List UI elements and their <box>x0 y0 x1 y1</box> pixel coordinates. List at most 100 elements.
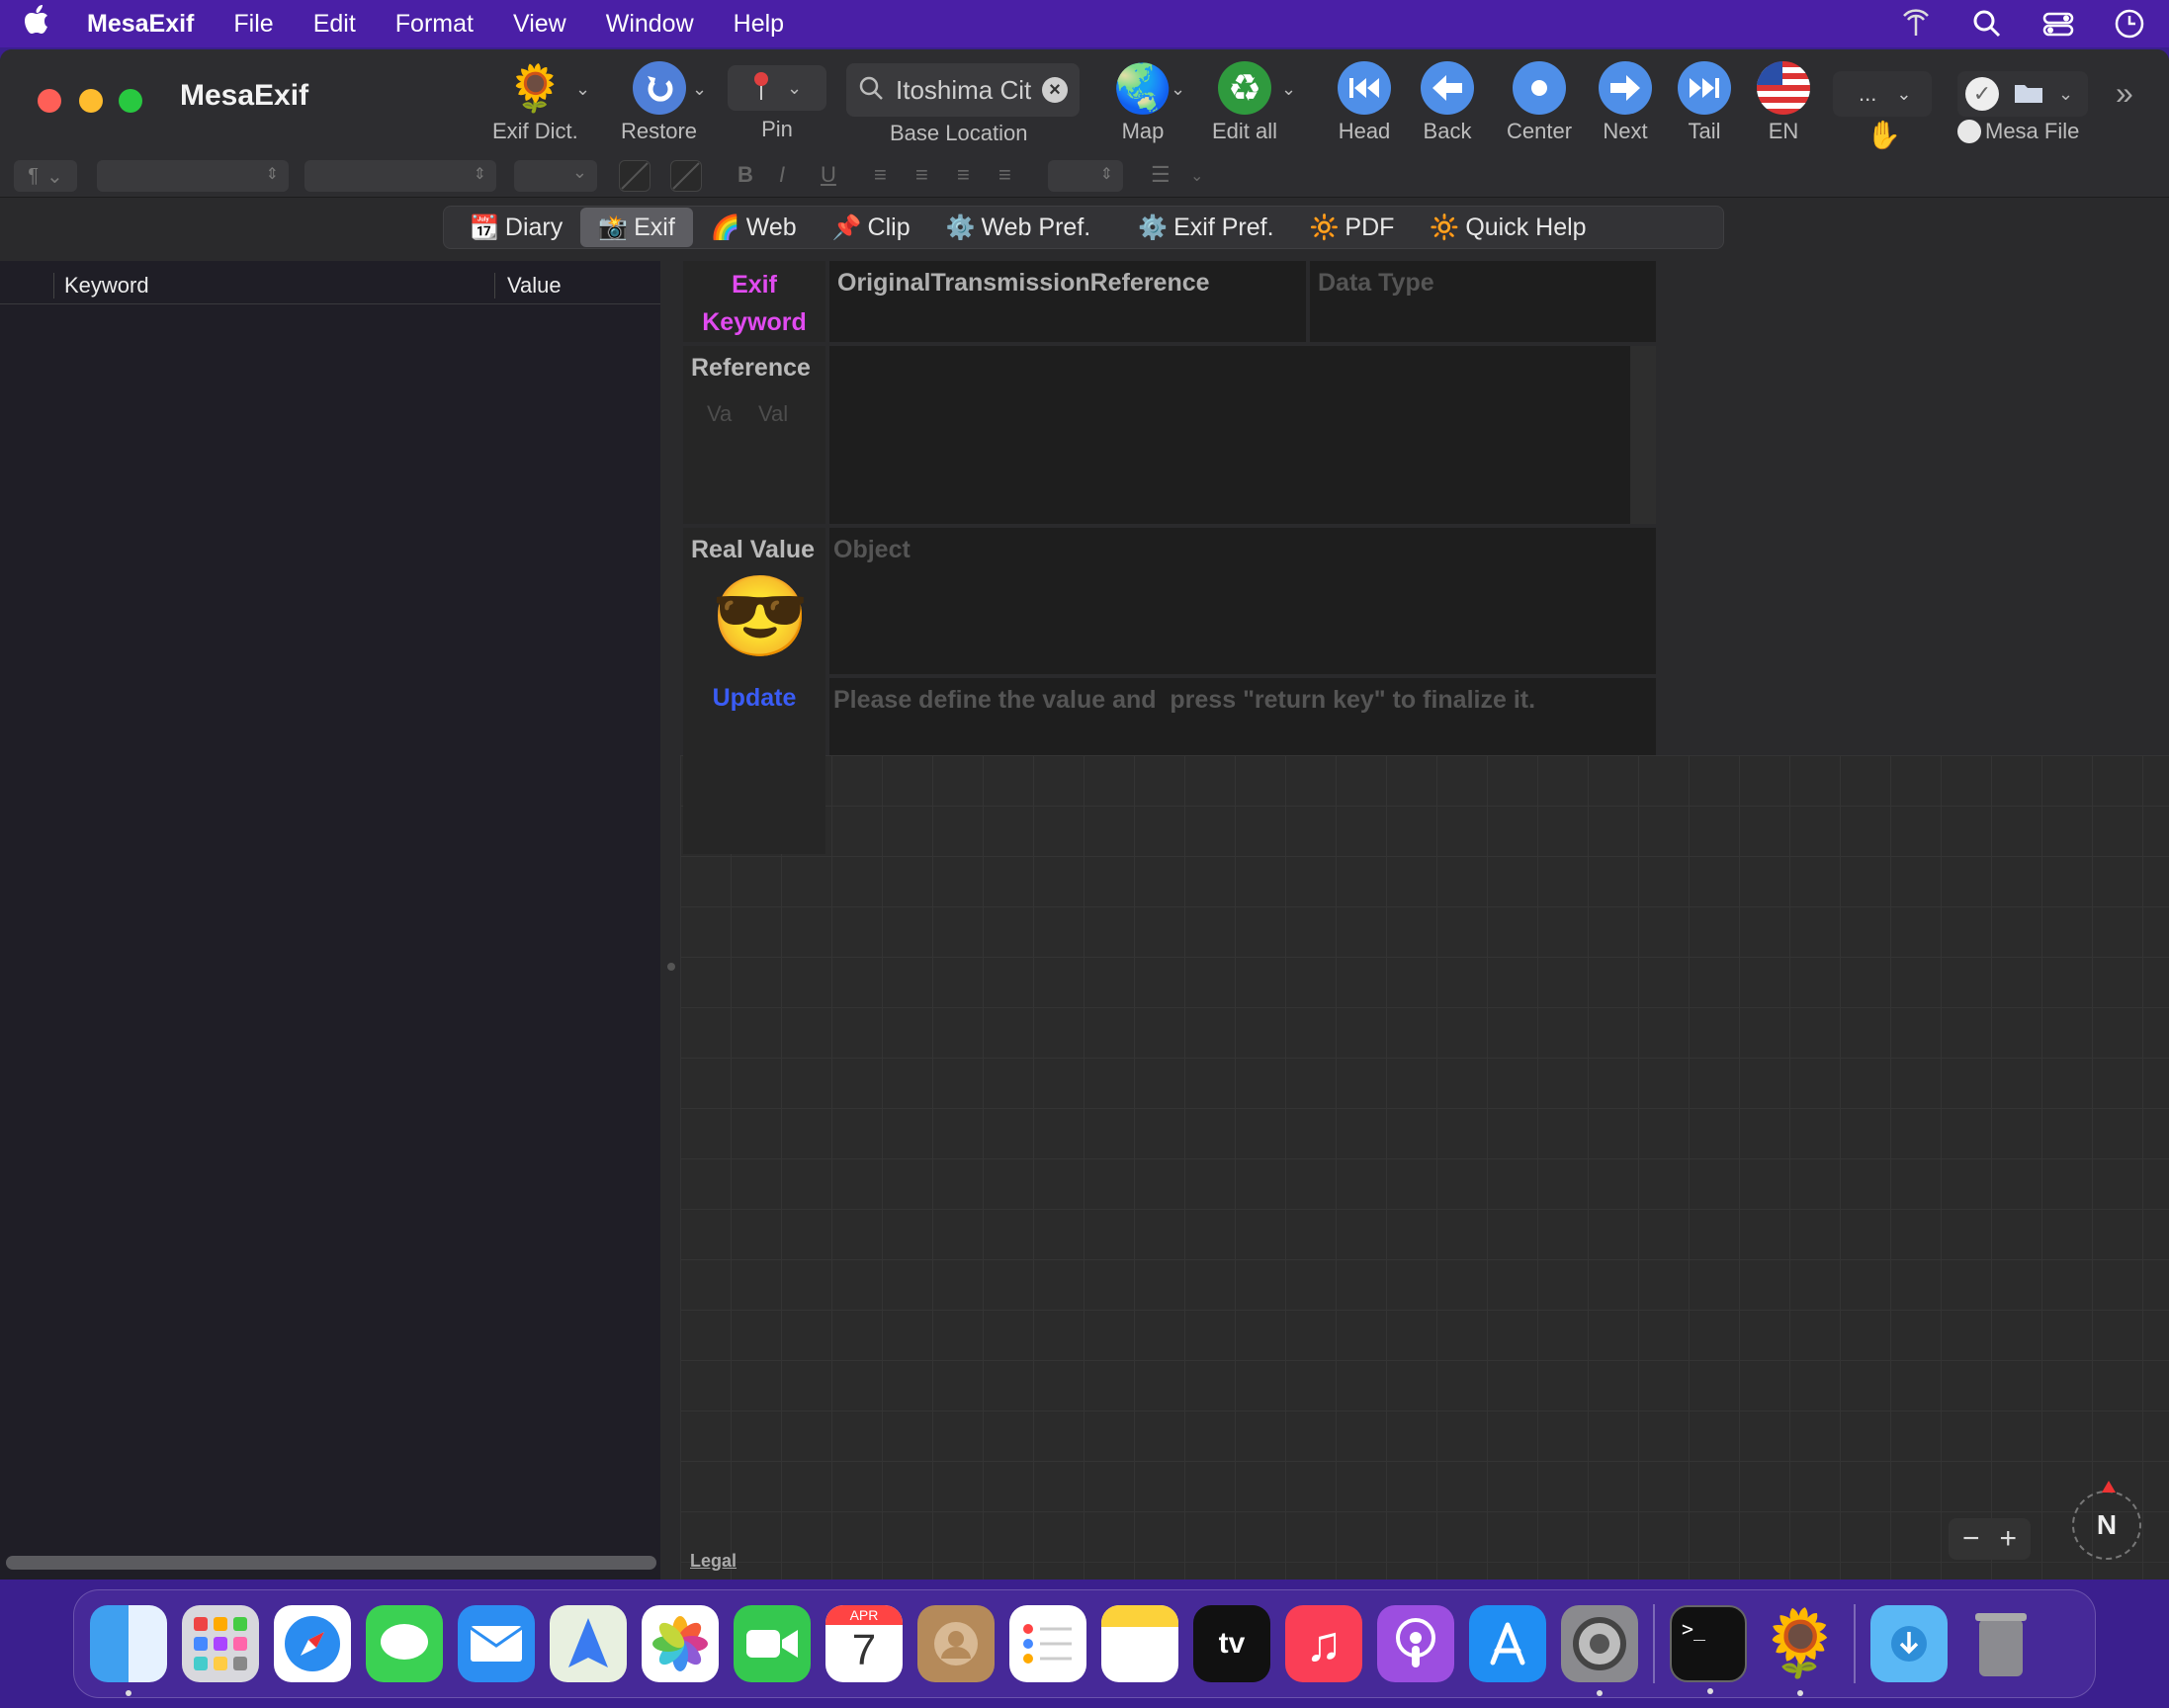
list-chevron-down-icon[interactable]: ⌄ <box>1190 166 1203 186</box>
menu-help[interactable]: Help <box>734 10 784 39</box>
status-antenna-icon[interactable] <box>1900 8 1932 40</box>
screen-time-icon[interactable] <box>2114 8 2145 40</box>
back-button[interactable]: Back <box>1418 59 1477 144</box>
keyword-field[interactable]: OriginalTransmissionReference <box>829 261 1306 342</box>
mail-icon[interactable] <box>458 1605 535 1682</box>
pin-button[interactable]: ⌄ Pin <box>728 59 826 142</box>
zoom-window-button[interactable] <box>119 89 142 113</box>
update-button[interactable]: Update <box>683 684 825 713</box>
reference-table[interactable] <box>829 346 1656 524</box>
value-input-field[interactable]: Please define the value and press "retur… <box>829 678 1656 755</box>
align-justify-icon[interactable]: ≡ <box>998 162 1011 188</box>
terminal-icon[interactable]: >_ <box>1670 1605 1747 1694</box>
list-style-icon[interactable]: ☰ <box>1151 162 1171 188</box>
mesa-file-popup[interactable]: ✓ ⌄ <box>1957 71 2088 117</box>
mesa-file-toggle[interactable]: Mesa File <box>1957 119 2079 144</box>
podcasts-icon[interactable] <box>1377 1605 1454 1682</box>
text-color-well[interactable] <box>619 160 651 192</box>
more-options-popup[interactable]: ... ⌄ <box>1833 71 1932 117</box>
font-style-popup[interactable]: ⇕ <box>304 160 496 192</box>
tab-quick-help[interactable]: 🔆 Quick Help <box>1412 208 1604 247</box>
tab-clip[interactable]: 📌 Clip <box>815 208 928 247</box>
paragraph-style-popup[interactable]: ¶ ⌄ <box>14 160 77 192</box>
exif-dict-button[interactable]: 🌻 Exif Dict. <box>492 59 578 144</box>
system-preferences-icon[interactable] <box>1561 1605 1638 1696</box>
center-button[interactable]: Center <box>1507 59 1572 144</box>
finder-icon[interactable] <box>90 1605 167 1696</box>
base-location-input[interactable] <box>894 73 1042 107</box>
bold-button[interactable]: B <box>737 162 753 188</box>
menu-window[interactable]: Window <box>606 10 694 39</box>
reference-scrollbar[interactable] <box>1630 346 1656 524</box>
align-left-icon[interactable]: ≡ <box>874 162 887 188</box>
map-button[interactable]: 🌏 Map <box>1113 59 1172 144</box>
safari-icon[interactable] <box>274 1605 351 1682</box>
font-size-combo[interactable]: ⌄ <box>514 160 597 192</box>
column-header-keyword[interactable]: Keyword <box>53 273 149 299</box>
apple-icon[interactable] <box>24 5 53 43</box>
column-header-value[interactable]: Value <box>494 273 562 299</box>
menu-format[interactable]: Format <box>395 10 474 39</box>
minimize-window-button[interactable] <box>79 89 103 113</box>
split-view-divider[interactable] <box>660 261 680 1580</box>
tab-exif-pref[interactable]: ⚙️ Exif Pref. <box>1120 208 1291 247</box>
launchpad-icon[interactable] <box>182 1605 259 1682</box>
calendar-app-icon[interactable]: APR 7 <box>825 1605 903 1682</box>
music-icon[interactable]: ♫ <box>1285 1605 1362 1682</box>
font-family-popup[interactable]: ⇕ <box>97 160 289 192</box>
app-store-icon[interactable] <box>1469 1605 1546 1682</box>
menu-file[interactable]: File <box>233 10 273 39</box>
control-center-icon[interactable] <box>2042 8 2074 40</box>
mesaexif-sunflower-icon[interactable]: 🌻 <box>1760 1605 1841 1696</box>
head-button[interactable]: Head <box>1335 59 1394 144</box>
compass-button[interactable]: N <box>2072 1481 2141 1560</box>
background-color-well[interactable] <box>670 160 702 192</box>
close-window-button[interactable] <box>38 89 61 113</box>
hand-icon[interactable]: ✋ <box>1866 119 1901 151</box>
base-location-search[interactable]: × <box>846 63 1080 117</box>
edit-all-chevron-down-icon[interactable]: ⌄ <box>1281 79 1296 100</box>
edit-all-button[interactable]: ♻ Edit all <box>1212 59 1277 144</box>
tab-diary[interactable]: 📆 Diary <box>452 208 580 247</box>
map-chevron-down-icon[interactable]: ⌄ <box>1171 79 1185 100</box>
horizontal-scrollbar[interactable] <box>6 1556 656 1570</box>
tab-web-pref[interactable]: ⚙️ Web Pref. <box>928 208 1109 247</box>
line-spacing-popup[interactable]: ⇕ <box>1048 160 1123 192</box>
next-button[interactable]: Next <box>1596 59 1655 144</box>
notes-icon[interactable] <box>1101 1605 1178 1682</box>
downloads-folder-icon[interactable] <box>1870 1605 1948 1682</box>
map-view[interactable]: Legal − + N <box>680 755 2169 1580</box>
underline-button[interactable]: U <box>821 162 836 188</box>
tail-button[interactable]: Tail <box>1675 59 1734 144</box>
object-field[interactable]: Object <box>829 528 1656 674</box>
language-button[interactable]: EN <box>1754 59 1813 144</box>
photos-icon[interactable] <box>642 1605 719 1682</box>
messages-icon[interactable] <box>366 1605 443 1682</box>
clear-search-icon[interactable]: × <box>1042 77 1068 103</box>
tab-exif[interactable]: 📸 Exif <box>580 208 693 247</box>
tab-web[interactable]: 🌈 Web <box>693 208 815 247</box>
apple-tv-icon[interactable]: tv <box>1193 1605 1270 1682</box>
toolbar-overflow-icon[interactable]: » <box>2116 75 2133 112</box>
reminders-icon[interactable] <box>1009 1605 1086 1682</box>
contacts-icon[interactable] <box>917 1605 995 1682</box>
restore-button[interactable]: Restore <box>621 59 697 144</box>
trash-icon[interactable] <box>1962 1605 2039 1682</box>
menu-app-name[interactable]: MesaExif <box>87 10 194 39</box>
maps-icon[interactable] <box>550 1605 627 1682</box>
keyword-table[interactable]: Keyword Value <box>0 261 660 1580</box>
spotlight-search-icon[interactable] <box>1971 8 2003 40</box>
align-center-icon[interactable]: ≡ <box>915 162 928 188</box>
zoom-in-button[interactable]: + <box>1999 1522 2017 1556</box>
menu-edit[interactable]: Edit <box>313 10 356 39</box>
menu-view[interactable]: View <box>513 10 566 39</box>
exif-dict-chevron-down-icon[interactable]: ⌄ <box>575 79 590 100</box>
legal-link[interactable]: Legal <box>690 1551 737 1572</box>
data-type-field[interactable]: Data Type <box>1310 261 1656 342</box>
italic-button[interactable]: I <box>779 162 785 188</box>
tab-pdf[interactable]: 🔆 PDF <box>1292 208 1413 247</box>
align-right-icon[interactable]: ≡ <box>957 162 970 188</box>
facetime-icon[interactable] <box>734 1605 811 1682</box>
zoom-out-button[interactable]: − <box>1962 1522 1980 1556</box>
restore-chevron-down-icon[interactable]: ⌄ <box>692 79 707 100</box>
